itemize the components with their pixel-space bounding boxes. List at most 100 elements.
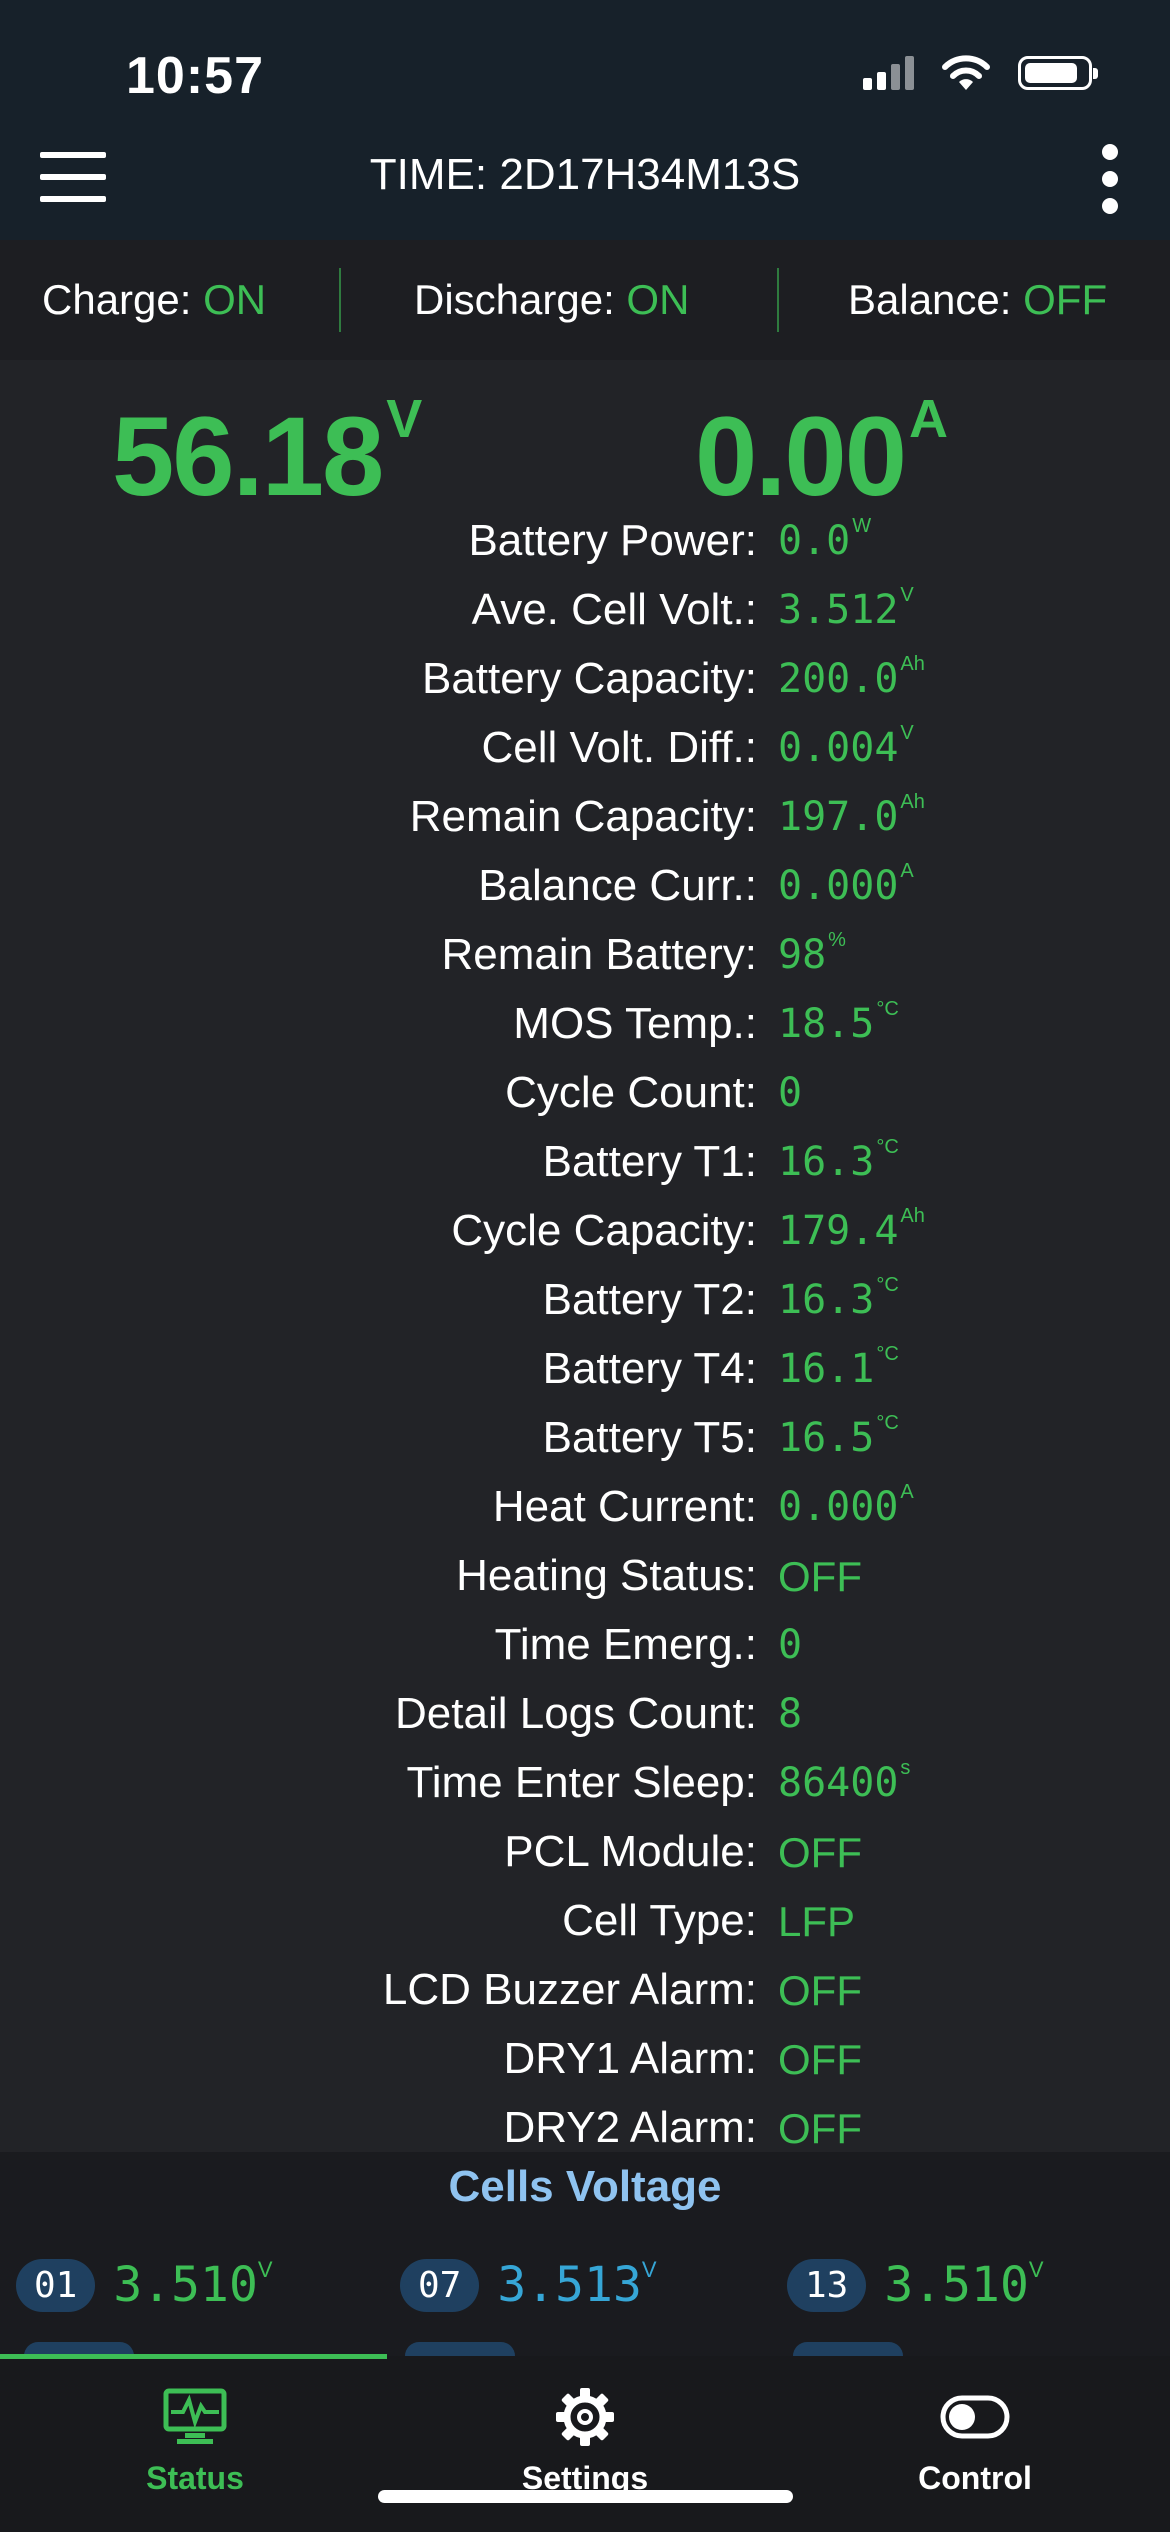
charge-status: Charge: ON xyxy=(42,276,267,323)
charge-status-value: ON xyxy=(203,276,267,323)
tab-status-label: Status xyxy=(146,2460,244,2496)
cells-voltage-title: Cells Voltage xyxy=(448,2162,722,2211)
discharge-status-value: ON xyxy=(626,276,690,323)
monitor-pulse-icon xyxy=(163,2388,227,2444)
detail-label: Balance Curr.: xyxy=(478,861,757,910)
detail-label: Ave. Cell Volt.: xyxy=(471,585,757,634)
detail-label: Battery T1: xyxy=(542,1137,757,1186)
cell-index-badge-partial xyxy=(405,2342,515,2356)
more-options-icon[interactable] xyxy=(1100,144,1120,214)
detail-unit: A xyxy=(900,1481,914,1503)
home-indicator[interactable] xyxy=(378,2490,793,2503)
detail-label: Remain Capacity: xyxy=(409,792,757,841)
detail-label: Time Emerg.: xyxy=(494,1620,757,1669)
detail-label: LCD Buzzer Alarm: xyxy=(382,1965,757,2014)
battery-icon xyxy=(1018,56,1098,90)
detail-label: Cycle Capacity: xyxy=(451,1206,757,1255)
detail-row: Time Enter Sleep: 86400 s xyxy=(0,1756,1170,1825)
detail-label: Battery Capacity: xyxy=(421,654,757,703)
detail-row: Battery T2: 16.3 °C xyxy=(0,1273,1170,1342)
detail-row: Ave. Cell Volt.: 3.512 V xyxy=(0,583,1170,652)
detail-value: 98% xyxy=(778,929,846,978)
detail-row: Heating Status: OFF xyxy=(0,1549,1170,1618)
detail-value: 8 xyxy=(778,1691,803,1737)
detail-row: Battery T5: 16.5 °C xyxy=(0,1411,1170,1480)
detail-row: Remain Capacity: 197.0 Ah xyxy=(0,790,1170,859)
tab-status[interactable]: Status xyxy=(0,2378,390,2497)
detail-row: Battery Capacity: 200.0 Ah xyxy=(0,652,1170,721)
wifi-icon xyxy=(942,55,990,90)
detail-label: Battery Power: xyxy=(468,516,757,565)
cell-voltage-value: 3.513 xyxy=(497,2257,642,2313)
detail-row: Detail Logs Count: 8 xyxy=(0,1687,1170,1756)
detail-unit: °C xyxy=(876,1343,899,1365)
cell-voltage-value: 3.510 xyxy=(884,2257,1029,2313)
cells-voltage-panel: Cells Voltage 01 3.510V 07 3.513V 13 3.5… xyxy=(0,2152,1170,2356)
detail-value: OFF xyxy=(778,1967,862,2014)
detail-row: Cycle Capacity: 179.4 Ah xyxy=(0,1204,1170,1273)
detail-row: Time Emerg.: 0 xyxy=(0,1618,1170,1687)
detail-label: DRY1 Alarm: xyxy=(503,2034,758,2083)
detail-label: Cycle Count: xyxy=(505,1068,757,1117)
detail-row: LCD Buzzer Alarm: OFF xyxy=(0,1963,1170,2032)
current-unit: A xyxy=(908,389,948,449)
detail-value: 18.5 °C xyxy=(778,998,899,1047)
detail-value: 0.000 A xyxy=(778,1481,914,1530)
detail-value: LFP xyxy=(778,1898,856,1945)
app-header: TIME: 2D17H34M13S xyxy=(0,140,1170,240)
detail-unit: V xyxy=(900,584,914,606)
detail-value: OFF xyxy=(778,2105,862,2152)
tab-control-label: Control xyxy=(918,2460,1032,2496)
detail-row: Battery T4: 16.1 °C xyxy=(0,1342,1170,1411)
detail-value: 0.0 W xyxy=(778,515,872,564)
detail-unit: Ah xyxy=(900,791,925,813)
detail-row: PCL Module: OFF xyxy=(0,1825,1170,1894)
detail-label: Cell Type: xyxy=(562,1896,757,1945)
tab-control[interactable]: Control xyxy=(780,2378,1170,2497)
voltage-unit: V xyxy=(386,389,422,449)
detail-row: Cell Type: LFP xyxy=(0,1894,1170,1963)
detail-value: 0 xyxy=(778,1622,803,1668)
detail-label: DRY2 Alarm: xyxy=(503,2103,758,2152)
detail-value: OFF xyxy=(778,1553,862,1600)
detail-unit: °C xyxy=(876,998,899,1020)
detail-value: 0 xyxy=(778,1070,803,1116)
detail-value: 0.004 V xyxy=(778,722,914,771)
toggle-icon xyxy=(940,2395,1010,2439)
detail-row: Remain Battery: 98% xyxy=(0,928,1170,997)
detail-value: 197.0 Ah xyxy=(778,791,925,840)
detail-unit: °C xyxy=(876,1412,899,1434)
detail-value: 16.1 °C xyxy=(778,1343,899,1392)
detail-unit: A xyxy=(900,860,914,882)
detail-unit: s xyxy=(900,1757,911,1779)
cell-item: 13 3.510V xyxy=(787,2252,1044,2318)
discharge-status: Discharge: ON xyxy=(414,276,690,323)
detail-unit: Ah xyxy=(900,1205,925,1227)
detail-label: Battery T2: xyxy=(542,1275,757,1324)
cell-voltage-value: 3.510 xyxy=(113,2257,258,2313)
balance-status: Balance: OFF xyxy=(848,276,1108,323)
detail-value: 16.3 °C xyxy=(778,1274,899,1323)
detail-unit: V xyxy=(900,722,914,744)
detail-row: MOS Temp.: 18.5 °C xyxy=(0,997,1170,1066)
detail-unit: °C xyxy=(876,1136,899,1158)
cell-index-badge-partial xyxy=(793,2342,903,2356)
divider xyxy=(777,268,779,332)
total-voltage: 56.18V xyxy=(112,389,422,519)
cell-item: 07 3.513V xyxy=(400,2252,657,2318)
detail-row: DRY1 Alarm: OFF xyxy=(0,2032,1170,2101)
cell-index-badge: 13 xyxy=(787,2258,867,2312)
active-tab-indicator xyxy=(0,2354,387,2359)
cell-index-badge: 07 xyxy=(400,2258,480,2312)
detail-label: Detail Logs Count: xyxy=(395,1689,757,1738)
detail-label: Cell Volt. Diff.: xyxy=(481,723,757,772)
detail-row: Battery Power: 0.0 W xyxy=(0,514,1170,583)
detail-row: Cell Volt. Diff.: 0.004 V xyxy=(0,721,1170,790)
detail-label: Heating Status: xyxy=(456,1551,757,1600)
total-current: 0.00A xyxy=(695,389,948,519)
tab-settings[interactable]: Settings xyxy=(390,2378,780,2497)
detail-value: 3.512 V xyxy=(778,584,914,633)
detail-unit: W xyxy=(852,515,872,537)
gear-icon xyxy=(556,2388,614,2446)
cellular-signal-icon xyxy=(863,56,914,90)
